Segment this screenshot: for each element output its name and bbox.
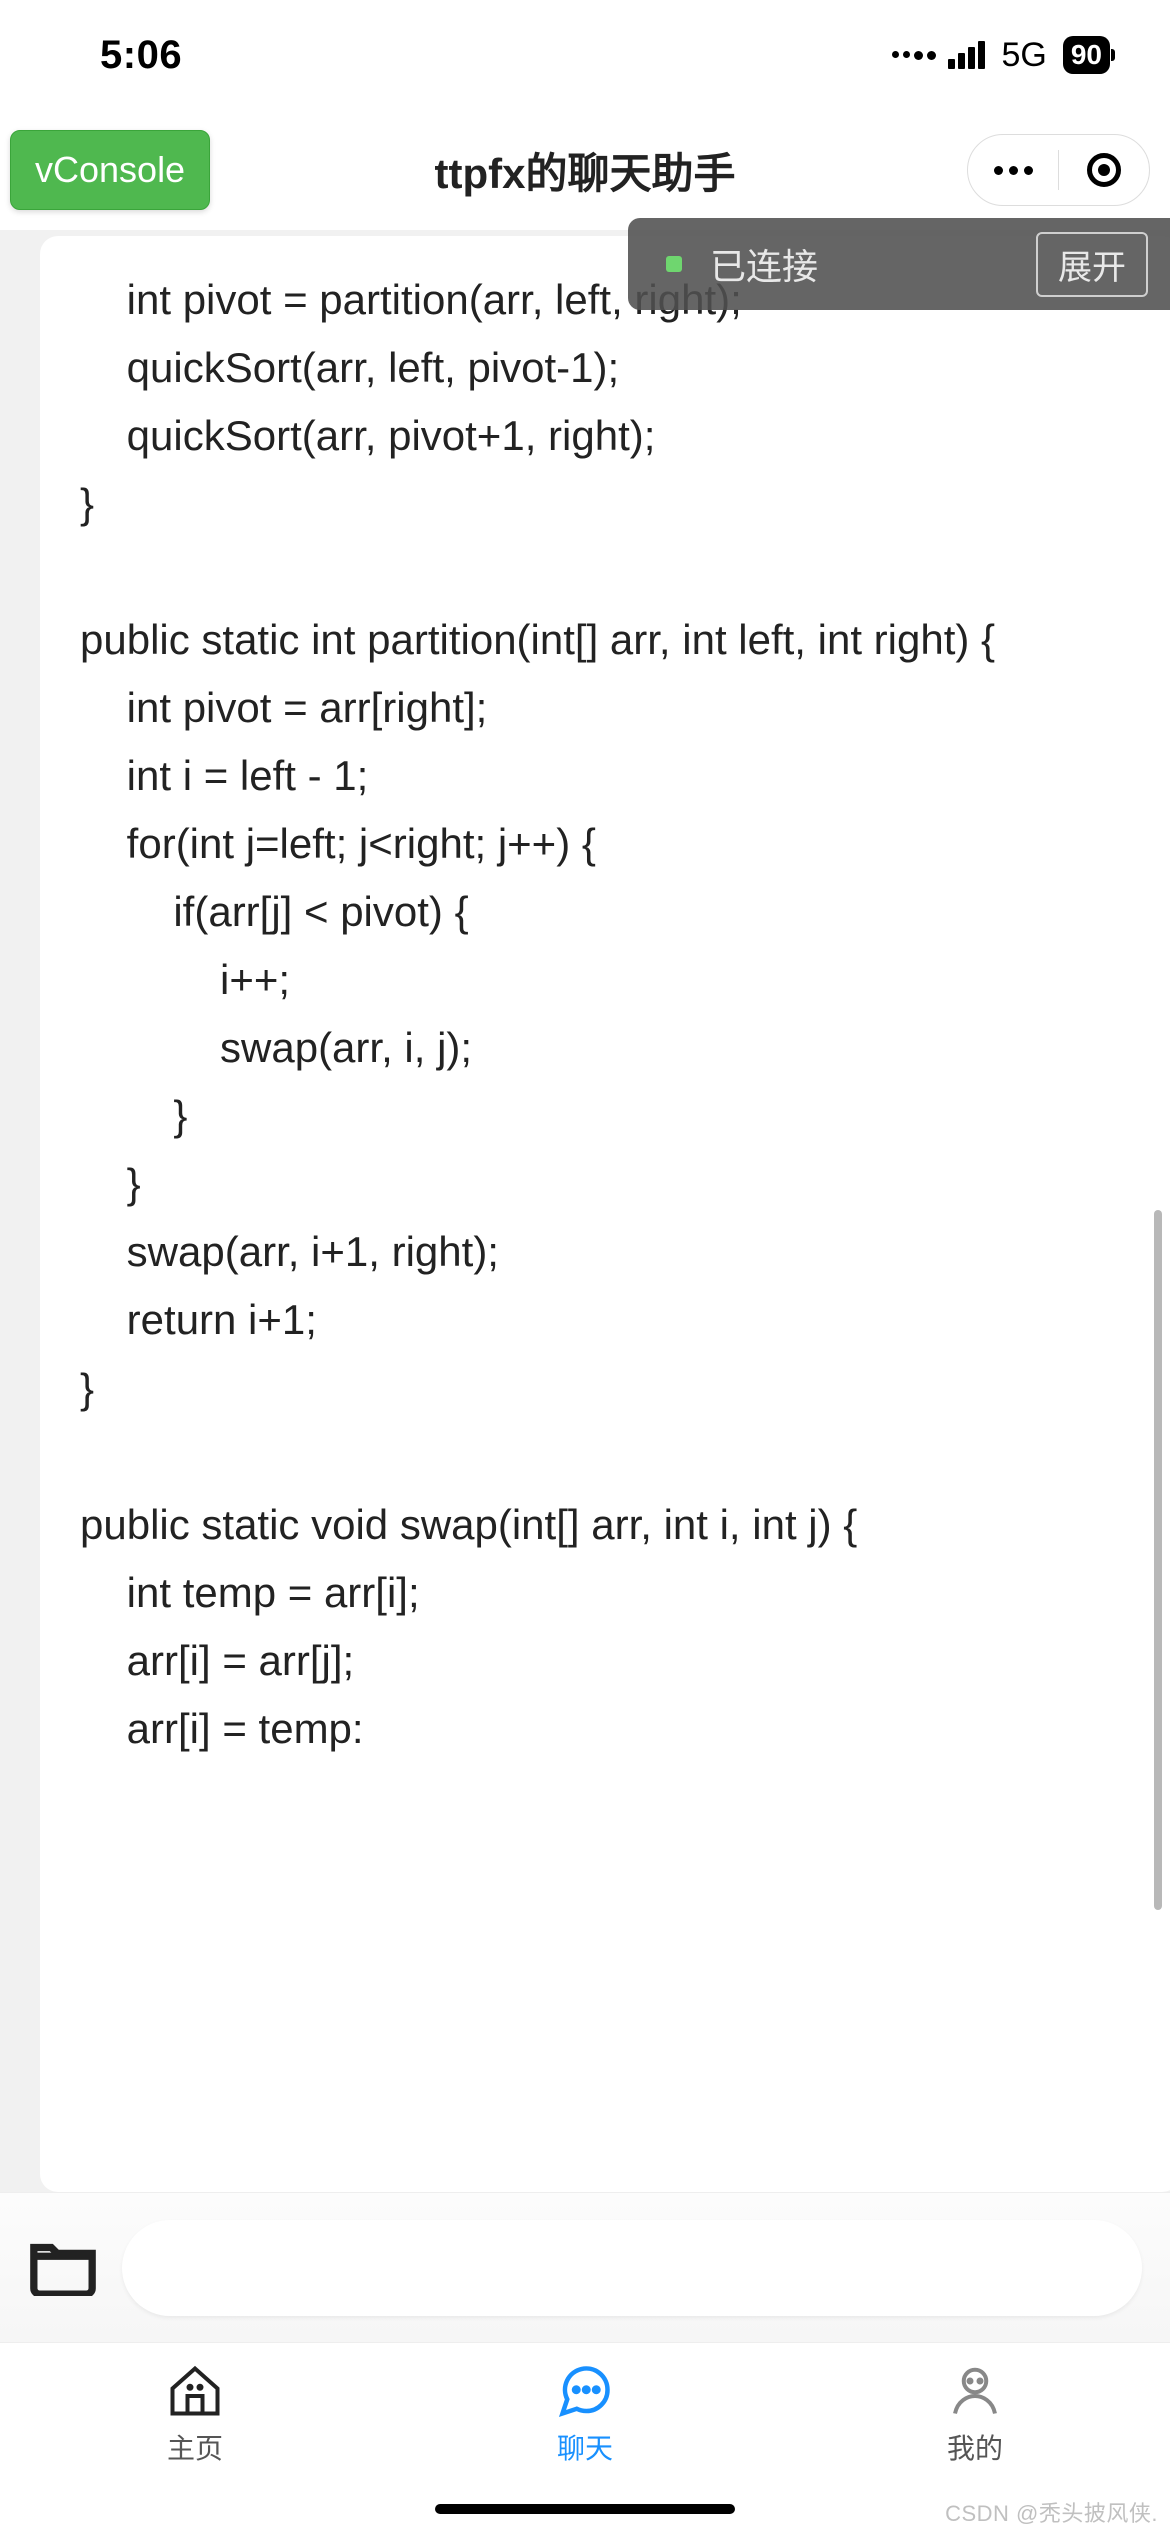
status-right: 5G 90 [892,36,1110,75]
battery-icon: 90 [1063,36,1110,74]
tab-home[interactable]: 主页 [0,2361,390,2467]
tab-mine-label: 我的 [947,2427,1003,2467]
message-bubble: int pivot = partition(arr, left, right);… [40,236,1170,2192]
tab-home-label: 主页 [167,2427,223,2467]
user-icon [945,2361,1005,2421]
connection-status: 已连接 [710,238,818,290]
watermark: CSDN @秃头披风侠. [945,2496,1158,2528]
tab-chat-label: 聊天 [557,2427,613,2467]
home-icon [165,2361,225,2421]
tab-chat[interactable]: 聊天 [390,2361,780,2467]
message-input[interactable] [122,2220,1142,2316]
tab-mine[interactable]: 我的 [780,2361,1170,2467]
connection-banner: 已连接 展开 [628,218,1170,310]
expand-button[interactable]: 展开 [1036,232,1148,297]
capsule-close-button[interactable] [1059,135,1149,205]
chat-area: int pivot = partition(arr, left, right);… [0,230,1170,2192]
network-label: 5G [1001,36,1046,75]
code-content: int pivot = partition(arr, left, right);… [80,266,1150,1763]
signal-bars-icon [948,41,985,69]
message-row: int pivot = partition(arr, left, right);… [0,236,1170,2192]
status-dot-icon [666,256,682,272]
folder-icon[interactable] [28,2234,98,2301]
target-icon [1087,153,1121,187]
miniprogram-capsule [967,134,1150,206]
home-indicator[interactable] [435,2504,735,2514]
scrollbar-thumb[interactable] [1154,1210,1162,1910]
status-time: 5:06 [100,33,182,78]
vconsole-button[interactable]: vConsole [10,130,210,210]
signal-dots-icon [892,51,936,60]
chat-icon [555,2361,615,2421]
status-bar: 5:06 5G 90 [0,0,1170,110]
capsule-menu-button[interactable] [968,135,1058,205]
composer-bar [0,2192,1170,2342]
ellipsis-icon [994,166,1033,175]
nav-bar: vConsole ttpfx的聊天助手 [0,110,1170,230]
